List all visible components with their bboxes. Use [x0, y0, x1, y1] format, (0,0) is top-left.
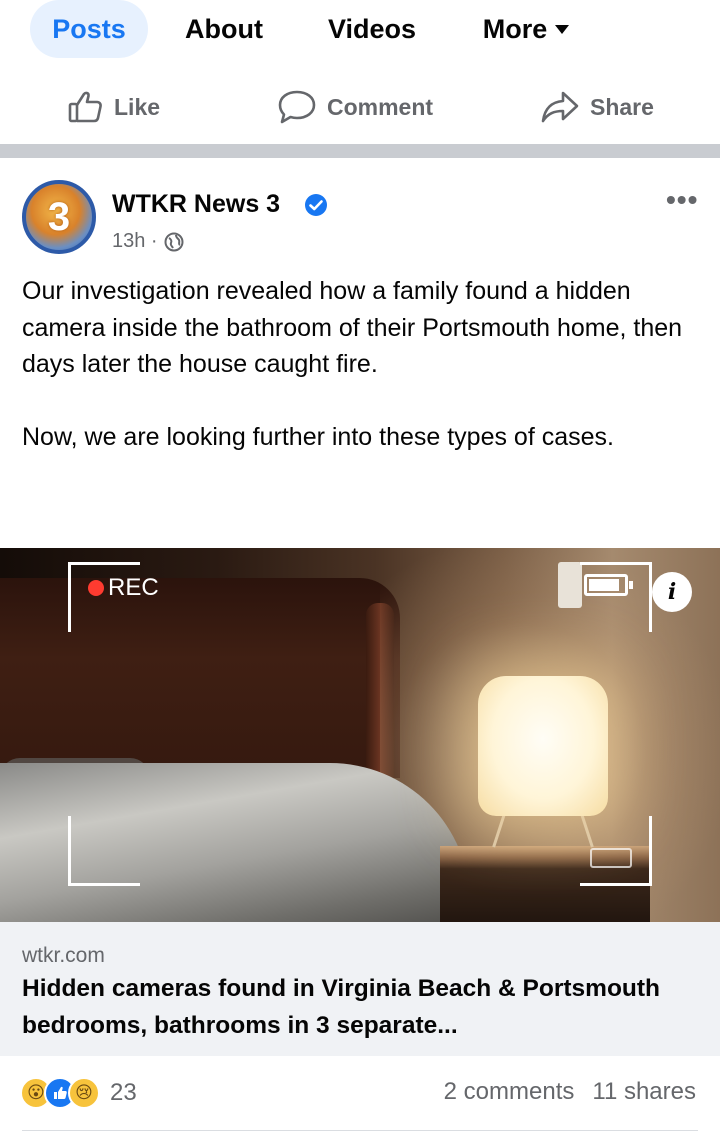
- battery-icon: [584, 574, 633, 596]
- comment-label: Comment: [327, 93, 434, 120]
- post-body: Our investigation revealed how a family …: [22, 273, 702, 455]
- more-options-icon[interactable]: •••: [666, 184, 698, 216]
- tab-videos[interactable]: Videos: [320, 0, 424, 58]
- rec-label: REC: [108, 574, 159, 601]
- post-meta: 13h ·: [112, 230, 184, 253]
- page-tabs: Posts About Videos More: [0, 0, 720, 62]
- stats-divider: [22, 1130, 698, 1131]
- avatar-logo-number: 3: [47, 194, 71, 239]
- tab-posts[interactable]: Posts: [30, 0, 148, 58]
- thumbs-up-icon: [68, 91, 102, 123]
- engagement-stats: 2 comments 11 shares: [444, 1078, 696, 1106]
- viewfinder-corner: [68, 816, 140, 886]
- link-preview-image[interactable]: REC i: [0, 548, 720, 922]
- tab-more[interactable]: More: [470, 0, 582, 58]
- cassette-icon: [590, 848, 632, 868]
- battery-fill: [589, 579, 619, 591]
- record-dot-icon: [88, 580, 104, 596]
- tab-about[interactable]: About: [178, 0, 270, 58]
- image-wall-outlet: [558, 562, 582, 608]
- feed-divider: [0, 144, 720, 158]
- verified-badge-icon: [305, 194, 327, 216]
- like-button[interactable]: Like: [68, 76, 160, 138]
- comment-button[interactable]: Comment: [277, 76, 433, 138]
- viewfinder-corner: [580, 562, 652, 632]
- globe-icon: [164, 232, 184, 251]
- image-headboard: [0, 578, 400, 778]
- shares-count-link[interactable]: 11 shares: [592, 1078, 696, 1106]
- tab-more-label: More: [482, 13, 548, 44]
- meta-separator: ·: [145, 230, 158, 252]
- share-arrow-icon: [541, 91, 579, 123]
- link-title[interactable]: Hidden cameras found in Virginia Beach &…: [22, 970, 702, 1044]
- post-action-bar: Like Comment Share: [0, 76, 720, 138]
- rec-indicator: REC: [88, 574, 159, 602]
- info-button[interactable]: i: [652, 572, 692, 612]
- sad-reaction-icon: 😢: [68, 1077, 100, 1109]
- like-label: Like: [114, 93, 161, 120]
- facebook-page-feed: Posts About Videos More Like Comment Sha…: [0, 0, 720, 1148]
- comments-count-link[interactable]: 2 comments: [444, 1078, 575, 1106]
- page-avatar[interactable]: 3: [22, 180, 96, 254]
- image-lamp: [478, 676, 608, 816]
- share-label: Share: [590, 93, 654, 120]
- reaction-count: 23: [110, 1079, 137, 1106]
- comment-icon: [278, 90, 316, 124]
- share-button[interactable]: Share: [540, 76, 654, 138]
- post-paragraph: Our investigation revealed how a family …: [22, 277, 690, 378]
- caret-down-icon: [555, 24, 570, 34]
- link-domain: wtkr.com: [22, 944, 105, 967]
- post-paragraph: Now, we are looking further into these t…: [22, 422, 614, 451]
- page-name[interactable]: WTKR News 3: [112, 190, 280, 219]
- reaction-summary[interactable]: 😮 😢 23: [20, 1074, 137, 1112]
- post-timestamp[interactable]: 13h: [112, 230, 145, 253]
